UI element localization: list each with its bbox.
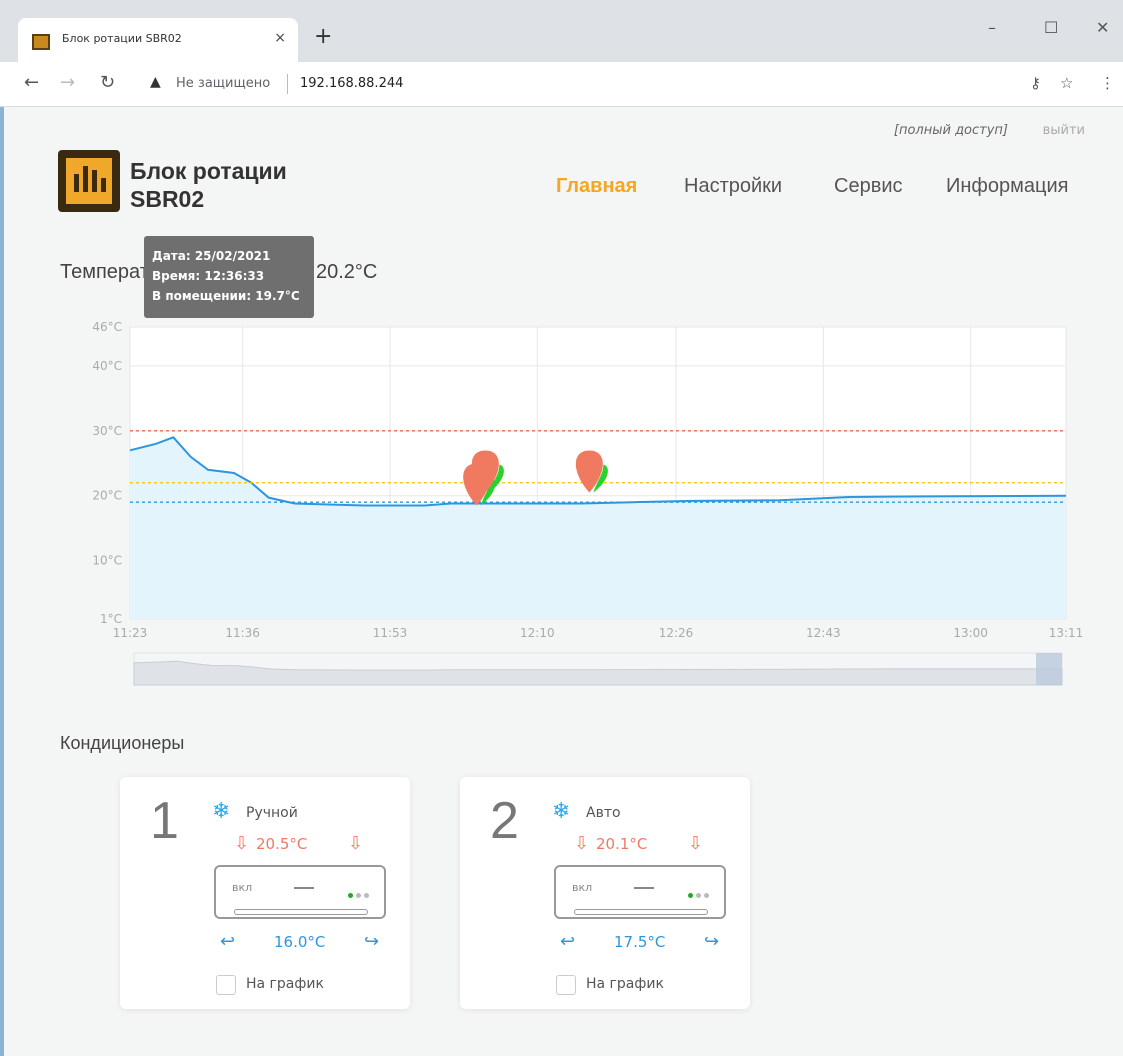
cool-arrow-right-icon[interactable]: ↪ [704,931,719,952]
back-icon[interactable]: ← [24,72,39,93]
nav-main[interactable]: Главная [556,175,637,198]
x-tick-label: 12:10 [520,626,555,640]
logout-link[interactable]: выйти [1043,123,1085,138]
ac-display [634,887,654,889]
ac-led-icon [364,893,369,898]
set-temperature: 20.1°C [596,835,648,853]
x-tick-label: 13:11 [1049,626,1084,640]
address-bar: ← → ↻ ▲ Не защищено 192.168.88.244 ⚷ ☆ ⋮ [0,62,1123,107]
conditioner-number: 1 [150,792,179,850]
browser-tab[interactable]: Блок ротации SBR02 × [18,18,298,62]
x-tick-label: 11:53 [373,626,408,640]
brand-line-1: Блок ротации [130,158,287,184]
room-temperature: 16.0°C [274,933,326,951]
decrease-set-arrow-icon[interactable]: ⇩ [234,833,249,854]
nav-service[interactable]: Сервис [834,175,903,198]
star-icon[interactable]: ☆ [1060,74,1073,92]
x-tick-label: 13:00 [953,626,988,640]
ac-unit-icon: вкл [214,865,386,919]
url-input[interactable]: 192.168.88.244 [300,76,403,91]
cool-arrow-left-icon[interactable]: ↩ [560,931,575,952]
brand-line-2: SBR02 [130,186,205,212]
cool-arrow-left-icon[interactable]: ↩ [220,931,235,952]
menu-icon[interactable]: ⋮ [1100,74,1115,92]
x-tick-label: 11:36 [225,626,260,640]
favicon-icon [32,34,50,50]
ac-unit-icon: вкл [554,865,726,919]
conditioner-card: 1 ❄ Ручной ⇩ 20.5°C ⇩ вкл ↩ 16.0°C ↪ На … [120,777,410,1009]
ac-vent [574,909,708,915]
increase-set-arrow-icon[interactable]: ⇩ [688,833,703,854]
conditioner-number: 2 [490,792,519,850]
tooltip-time: Время: 12:36:33 [152,269,265,283]
x-tick-label: 12:26 [659,626,694,640]
reload-icon[interactable]: ↻ [100,72,115,93]
maximize-icon[interactable]: ☐ [1044,18,1058,37]
chart-checkbox-label[interactable]: На график [586,976,664,992]
tooltip-date: Дата: 25/02/2021 [152,249,271,263]
x-tick-label: 11:23 [113,626,148,640]
decrease-set-arrow-icon[interactable]: ⇩ [574,833,589,854]
navigator-handle [1036,653,1062,685]
y-tick-label: 20°C [92,489,122,503]
y-tick-label: 10°C [92,554,122,568]
ac-power-label: вкл [572,881,593,894]
ac-vent [234,909,368,915]
temperature-chart[interactable]: 46°C 40°C 30°C 20°C 10°C 1°C11:23 11:36 11:53 12… [74,313,1084,703]
tab-title: Блок ротации SBR02 [62,32,182,45]
ac-led-icon [688,893,693,898]
y-tick-label: 40°C [92,359,122,373]
ac-led-icon [704,893,709,898]
access-level: [полный доступ] [893,123,1008,138]
ac-led-icon [356,893,361,898]
close-window-icon[interactable]: ✕ [1096,18,1109,37]
ac-power-label: вкл [232,881,253,894]
conditioner-mode[interactable]: Ручной [246,805,298,821]
chart-checkbox[interactable] [216,975,236,995]
page-content: [полный доступ] выйти Блок ротации SBR02… [0,107,1123,1056]
room-temperature: 17.5°C [614,933,666,951]
cool-arrow-right-icon[interactable]: ↪ [364,931,379,952]
conditioners-title: Кондиционеры [60,733,185,753]
forward-icon[interactable]: → [60,72,75,93]
address-separator [287,74,288,94]
set-temperature: 20.5°C [256,835,308,853]
conditioner-mode[interactable]: Авто [586,805,621,821]
nav-settings[interactable]: Настройки [684,175,782,198]
y-tick-label: 1°C [100,612,122,626]
snowflake-icon[interactable]: ❄ [552,799,570,824]
logo-icon [58,150,120,212]
warning-icon[interactable]: ▲ [150,74,161,90]
chart-tooltip: Дата: 25/02/2021 Время: 12:36:33 В помещ… [144,236,314,318]
tab-close-button[interactable]: × [274,30,286,46]
security-status[interactable]: Не защищено [176,76,270,91]
tooltip-value: В помещении: 19.7°C [152,289,300,303]
browser-tab-bar: Блок ротации SBR02 × + – ☐ ✕ [0,0,1123,62]
x-tick-label: 12:43 [806,626,841,640]
key-icon[interactable]: ⚷ [1030,74,1041,92]
ac-led-icon [348,893,353,898]
conditioner-card: 2 ❄ Авто ⇩ 20.1°C ⇩ вкл ↩ 17.5°C ↪ На гр… [460,777,750,1009]
ac-led-icon [696,893,701,898]
chart-checkbox-label[interactable]: На график [246,976,324,992]
brand-title: Блок ротации SBR02 [130,157,287,213]
y-tick-label: 30°C [92,424,122,438]
ac-display [294,887,314,889]
chart-checkbox[interactable] [556,975,576,995]
minimize-icon[interactable]: – [988,18,996,37]
y-tick-label: 46°C [92,320,122,334]
increase-set-arrow-icon[interactable]: ⇩ [348,833,363,854]
nav-info[interactable]: Информация [946,175,1068,198]
new-tab-button[interactable]: + [314,24,332,49]
snowflake-icon[interactable]: ❄ [212,799,230,824]
